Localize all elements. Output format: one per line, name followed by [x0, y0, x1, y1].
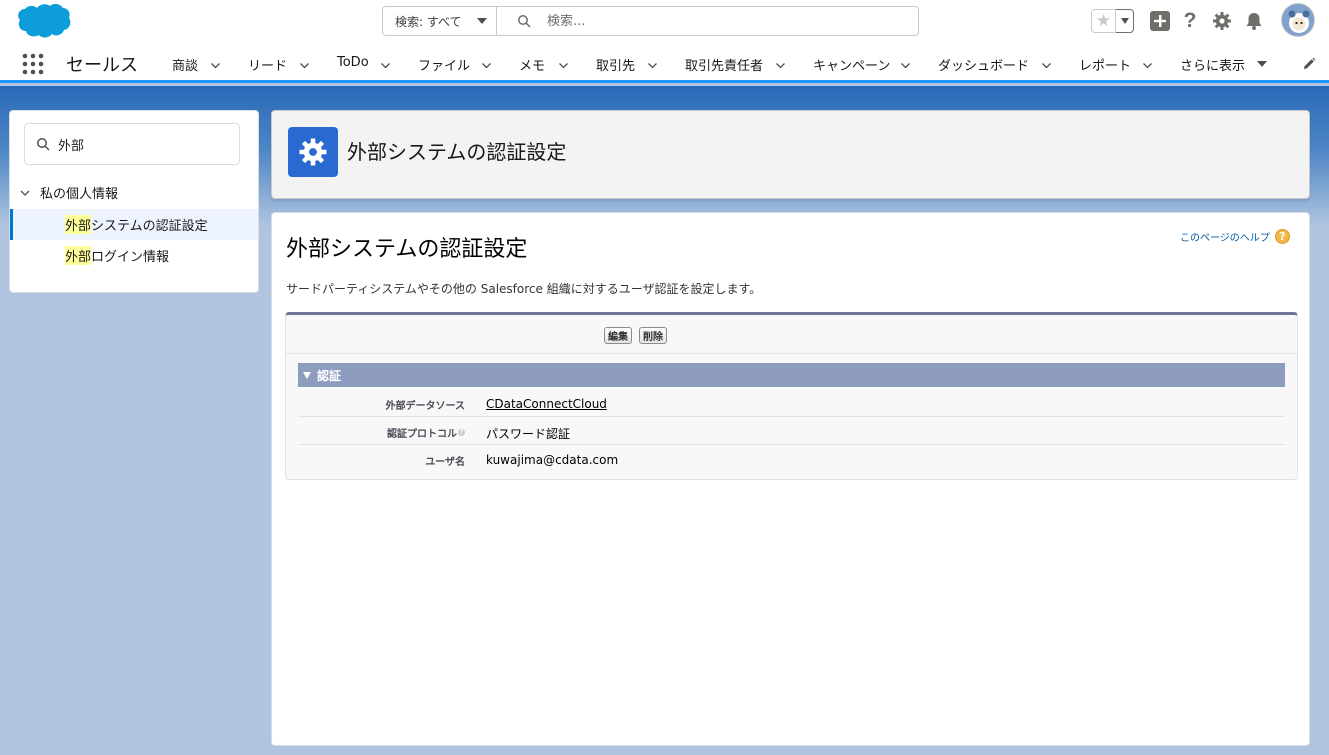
collapse-triangle-icon: [303, 371, 311, 379]
setup-sidebar: 私の個人情報 外部システムの認証設定 外部ログイン情報: [9, 110, 259, 293]
field-label: ユーザ名: [425, 457, 465, 468]
chevron-down-icon[interactable]: [901, 61, 910, 70]
page-title: 外部システムの認証設定: [347, 140, 567, 164]
field-label-with-help: 認証プロトコル?: [387, 425, 465, 440]
caret-down-icon[interactable]: [1257, 61, 1267, 67]
sidebar-item-external-login[interactable]: 外部 ログイン情報: [10, 240, 258, 271]
astro-avatar-icon: [1288, 10, 1310, 33]
quick-find-input[interactable]: [58, 136, 228, 152]
tree-node-my-personal-info[interactable]: 私の個人情報: [20, 183, 118, 202]
chevron-down-icon[interactable]: [482, 61, 491, 70]
field-row-external-data-source: 外部データソース CDataConnectCloud: [298, 389, 1285, 417]
chevron-down-icon: [1120, 18, 1129, 24]
chevron-down-icon[interactable]: [211, 61, 220, 70]
global-header: 検索: すべて ★ ?: [0, 0, 1329, 43]
chevron-down-icon: [20, 190, 30, 196]
bell-icon: [1246, 13, 1262, 30]
app-name: セールス: [66, 55, 138, 76]
help-link-label: このページのヘルプ: [1180, 233, 1270, 244]
chevron-down-icon[interactable]: [1143, 61, 1152, 70]
section-header-auth[interactable]: 認証: [298, 363, 1285, 387]
setup-button[interactable]: [1211, 10, 1233, 32]
help-bubble-icon[interactable]: ?: [458, 429, 465, 436]
page-header: 外部システムの認証設定: [271, 110, 1310, 199]
nav-item-dashboards[interactable]: ダッシュボード: [938, 55, 1029, 74]
search-highlight: 外部: [65, 246, 92, 265]
sidebar-item-label: ログイン情報: [91, 250, 170, 265]
nav-item-campaigns[interactable]: キャンペーン: [813, 55, 890, 74]
chevron-down-icon[interactable]: [776, 61, 785, 70]
nav-item-leads[interactable]: リード: [248, 55, 287, 74]
field-value: パスワード認証: [486, 427, 571, 441]
chevron-down-icon[interactable]: [648, 61, 657, 70]
search-icon: [518, 15, 531, 28]
section-title: 認証: [317, 368, 342, 383]
nav-item-opportunities[interactable]: 商談: [172, 55, 198, 74]
nav-item-contacts[interactable]: 取引先責任者: [685, 55, 763, 74]
field-value: kuwajima@cdata.com: [486, 453, 619, 467]
sidebar-item-external-auth[interactable]: 外部 システムの認証設定: [10, 209, 258, 240]
field-row-username: ユーザ名 kuwajima@cdata.com: [298, 445, 1285, 473]
setup-gear-icon: [288, 127, 338, 177]
delete-button[interactable]: 削除: [639, 327, 667, 344]
notifications-button[interactable]: [1243, 10, 1265, 32]
chevron-down-icon[interactable]: [381, 61, 390, 70]
edit-button[interactable]: 編集: [604, 327, 632, 344]
global-create-button[interactable]: [1149, 10, 1171, 32]
tree-node-label: 私の個人情報: [40, 187, 119, 202]
favorites-menu-button[interactable]: [1116, 9, 1134, 33]
button-row: 編集 削除: [286, 315, 1297, 354]
page-description: サードパーティシステムやその他の Salesforce 組織に対するユーザ認証を…: [286, 282, 762, 296]
favorite-star-icon[interactable]: ★: [1091, 9, 1116, 33]
user-avatar[interactable]: [1281, 3, 1315, 37]
app-nav-bar: セールス 商談 リード ToDo ファイル メモ 取引先 取引先責任者 キャンペ…: [0, 43, 1329, 83]
help-button[interactable]: ?: [1179, 9, 1201, 32]
field-label-text: 認証プロトコル: [387, 429, 457, 440]
field-row-auth-protocol: 認証プロトコル? パスワード認証: [298, 417, 1285, 445]
search-icon: [37, 138, 50, 151]
help-for-page-link[interactable]: このページのヘルプ ?: [1180, 229, 1290, 244]
search-highlight: 外部: [65, 215, 92, 234]
pencil-icon[interactable]: [1302, 57, 1316, 71]
external-data-source-link[interactable]: CDataConnectCloud: [486, 397, 607, 411]
content-panel: 外部システムの認証設定 このページのヘルプ ? サードパーティシステムやその他の…: [271, 212, 1310, 746]
nav-item-accounts[interactable]: 取引先: [596, 55, 635, 74]
chevron-down-icon[interactable]: [1042, 61, 1051, 70]
global-search-input[interactable]: [547, 13, 887, 29]
nav-item-reports[interactable]: レポート: [1079, 55, 1131, 74]
chevron-down-icon[interactable]: [559, 61, 568, 70]
gear-icon: [299, 138, 327, 166]
sidebar-item-label: システムの認証設定: [91, 219, 208, 234]
nav-item-todo[interactable]: ToDo: [337, 55, 369, 70]
content-title: 外部システムの認証設定: [286, 237, 528, 262]
help-question-icon: ?: [1274, 229, 1290, 244]
gear-icon: [1213, 12, 1231, 30]
question-icon: ?: [1183, 9, 1197, 32]
plus-icon: [1150, 11, 1170, 31]
detail-block: 編集 削除 認証 外部データソース CDataConnectCloud 認証プロ…: [285, 312, 1298, 480]
field-label: 外部データソース: [385, 401, 466, 412]
favorites-group: ★: [1091, 9, 1134, 33]
search-scope-label: 検索: すべて: [395, 14, 462, 29]
app-launcher-icon[interactable]: [22, 53, 44, 75]
nav-more-button[interactable]: さらに表示: [1180, 55, 1245, 74]
global-search-box[interactable]: [497, 6, 919, 36]
nav-item-notes[interactable]: メモ: [519, 55, 545, 74]
chevron-down-icon: [477, 18, 487, 24]
salesforce-logo-icon[interactable]: [12, 2, 72, 40]
chevron-down-icon[interactable]: [300, 61, 309, 70]
nav-item-files[interactable]: ファイル: [418, 55, 470, 74]
quick-find-box[interactable]: [24, 123, 240, 165]
search-scope-select[interactable]: 検索: すべて: [382, 6, 497, 36]
